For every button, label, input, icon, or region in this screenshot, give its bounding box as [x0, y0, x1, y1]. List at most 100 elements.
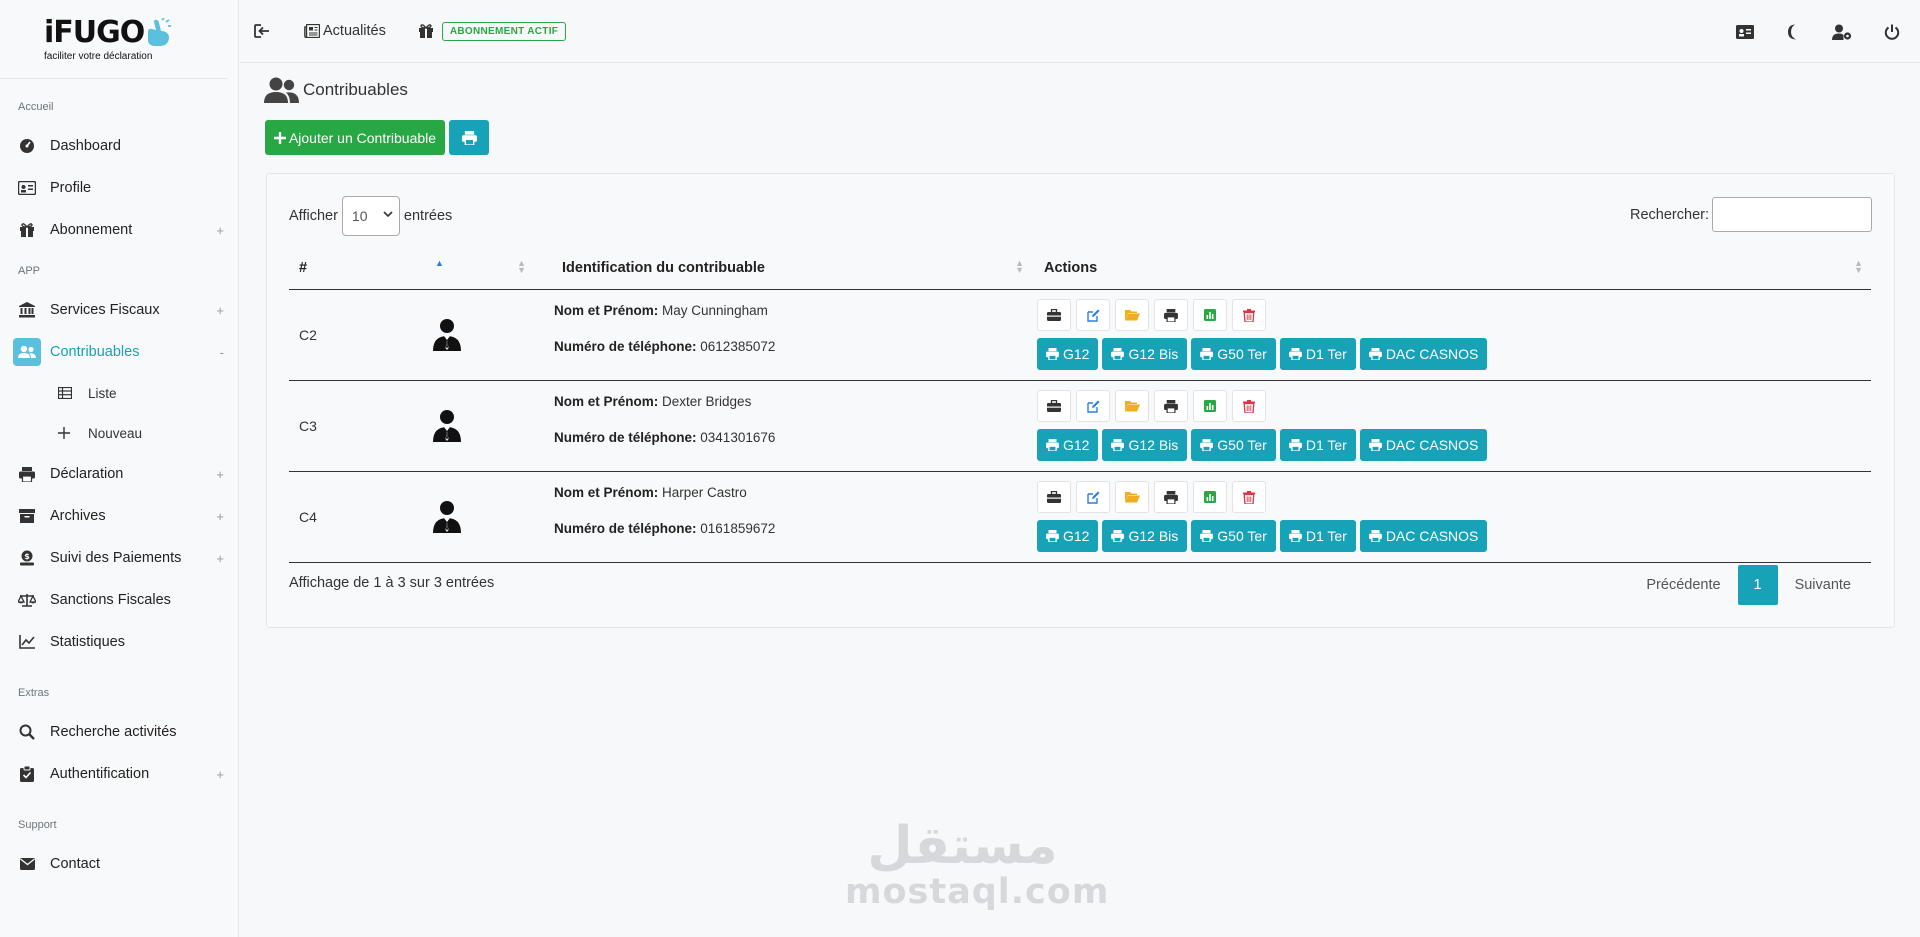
expand-icon: + — [216, 222, 224, 238]
print-form-button[interactable]: G12 Bis — [1102, 429, 1188, 461]
pagination-previous[interactable]: Précédente — [1629, 565, 1737, 605]
sidebar-item-archives[interactable]: Archives + — [0, 495, 238, 537]
column-header-avatar[interactable]: ▲ ▲ ▼ — [365, 247, 550, 290]
stats-button[interactable] — [1193, 481, 1227, 513]
chart-icon — [1204, 491, 1216, 503]
print-list-button[interactable] — [449, 120, 489, 155]
sidebar-subitem-nouveau[interactable]: Nouveau — [0, 413, 238, 453]
print-form-button[interactable]: D1 Ter — [1279, 338, 1356, 370]
delete-button[interactable] — [1232, 390, 1266, 422]
print-form-button[interactable]: G12 Bis — [1102, 520, 1188, 552]
column-header-label: Actions — [1044, 259, 1098, 276]
print-icon — [1368, 439, 1382, 451]
dark-mode-moon-icon[interactable] — [1786, 24, 1800, 40]
delete-button[interactable] — [1232, 481, 1266, 513]
print-button[interactable] — [1154, 390, 1188, 422]
sidebar-toggle-icon[interactable] — [254, 24, 270, 38]
print-form-label: G12 — [1063, 437, 1090, 453]
pagination-page-1[interactable]: 1 — [1737, 565, 1778, 605]
delete-button[interactable] — [1232, 299, 1266, 331]
sidebar-item-services-fiscaux[interactable]: Services Fiscaux + — [0, 289, 238, 331]
section-support: Support — [18, 819, 57, 831]
add-contribuable-button[interactable]: Ajouter un Contribuable — [265, 120, 445, 155]
contribuable-name: Harper Castro — [662, 485, 747, 500]
subscription-badge: ABONNEMENT ACTIF — [441, 21, 567, 41]
news-link[interactable]: Actualités — [304, 23, 386, 39]
power-logout-icon[interactable] — [1884, 24, 1900, 40]
expand-icon: + — [216, 466, 224, 482]
sidebar-item-contact[interactable]: Contact — [0, 843, 238, 885]
briefcase-button[interactable] — [1037, 481, 1071, 513]
name-line: Nom et Prénom: May Cunningham — [554, 303, 1032, 318]
pagination-next[interactable]: Suivante — [1778, 565, 1868, 605]
sidebar-item-paiements[interactable]: $ Suivi des Paiements + — [0, 537, 238, 579]
stats-button[interactable] — [1193, 390, 1227, 422]
actions-cell: G12 G12 Bis G50 Ter D1 Ter DAC CASNOS — [1032, 289, 1871, 381]
print-icon — [1111, 530, 1125, 542]
sidebar-item-statistiques[interactable]: Statistiques — [0, 621, 238, 663]
folder-button[interactable] — [1115, 390, 1149, 422]
search-input[interactable] — [1712, 197, 1872, 232]
sidebar-item-declaration[interactable]: Déclaration + — [0, 453, 238, 495]
name-label: Nom et Prénom: — [554, 303, 659, 318]
table-row: C4 Nom et Prénom: Harper Castro Numéro de … — [289, 471, 1871, 563]
print-form-button[interactable]: DAC CASNOS — [1359, 338, 1488, 370]
folder-button[interactable] — [1115, 299, 1149, 331]
money-hand-icon: $ — [18, 549, 36, 567]
sidebar-item-profile[interactable]: Profile — [0, 167, 238, 209]
row-icon-actions — [1037, 390, 1871, 422]
print-form-button[interactable]: G12 — [1037, 429, 1099, 461]
column-header-actions[interactable]: Actions ▲ ▼ — [1032, 247, 1871, 290]
print-icon — [1111, 439, 1125, 451]
clipboard-check-icon — [18, 765, 36, 783]
print-form-button[interactable]: G12 — [1037, 338, 1099, 370]
print-button[interactable] — [1154, 481, 1188, 513]
stats-button[interactable] — [1193, 299, 1227, 331]
user-settings-icon[interactable] — [1832, 24, 1852, 40]
folder-button[interactable] — [1115, 481, 1149, 513]
print-form-button[interactable]: DAC CASNOS — [1359, 520, 1488, 552]
sidebar-item-authentification[interactable]: Authentification + — [0, 753, 238, 795]
print-form-button[interactable]: G12 — [1037, 520, 1099, 552]
column-header-identification[interactable]: Identification du contribuable ▲ ▼ — [550, 247, 1032, 290]
expand-icon: + — [216, 766, 224, 782]
table-list-icon — [58, 387, 74, 399]
table-header-row: # ▲ ▲ ▼ Identification du contribuable ▲ ▼… — [289, 247, 1871, 290]
print-form-button[interactable]: DAC CASNOS — [1359, 429, 1488, 461]
print-icon — [1046, 348, 1059, 360]
edit-button[interactable] — [1076, 299, 1110, 331]
print-button[interactable] — [1154, 299, 1188, 331]
sidebar-item-recherche[interactable]: Recherche activités — [0, 711, 238, 753]
briefcase-button[interactable] — [1037, 390, 1071, 422]
brand-logo[interactable]: iFUGO faciliter votre déclaration — [0, 0, 228, 79]
sidebar-item-abonnement[interactable]: Abonnement + — [0, 209, 238, 251]
briefcase-button[interactable] — [1037, 299, 1071, 331]
subscription-status[interactable]: ABONNEMENT ACTIF — [418, 21, 567, 41]
print-icon — [18, 465, 36, 483]
print-form-button[interactable]: G50 Ter — [1191, 338, 1276, 370]
briefcase-icon — [1047, 491, 1061, 503]
print-form-button[interactable]: D1 Ter — [1279, 520, 1356, 552]
print-form-button[interactable]: D1 Ter — [1279, 429, 1356, 461]
table-body: C2 Nom et Prénom: May Cunningham Numéro de… — [289, 289, 1871, 563]
sidebar-item-dashboard[interactable]: Dashboard — [0, 125, 238, 167]
edit-button[interactable] — [1076, 390, 1110, 422]
sidebar-item-sanctions[interactable]: Sanctions Fiscales — [0, 579, 238, 621]
actions-cell: G12 G12 Bis G50 Ter D1 Ter DAC CASNOS — [1032, 471, 1871, 563]
print-form-button[interactable]: G50 Ter — [1191, 520, 1276, 552]
entries-length-select[interactable]: 10 — [341, 196, 400, 236]
sidebar-item-contribuables[interactable]: Contribuables - — [0, 331, 238, 373]
svg-text:$: $ — [24, 552, 30, 561]
print-form-label: DAC CASNOS — [1385, 346, 1479, 362]
edit-button[interactable] — [1076, 481, 1110, 513]
chevron-down-icon — [383, 211, 393, 218]
chart-icon — [1204, 400, 1216, 412]
print-form-button[interactable]: G12 Bis — [1102, 338, 1188, 370]
print-form-label: G12 Bis — [1128, 346, 1179, 362]
id-badge-icon[interactable] — [1736, 24, 1754, 39]
column-header-number[interactable]: # — [289, 247, 365, 290]
print-form-button[interactable]: G50 Ter — [1191, 429, 1276, 461]
table-row: C2 Nom et Prénom: May Cunningham Numéro de… — [289, 289, 1871, 381]
print-icon — [1046, 530, 1059, 542]
sidebar-subitem-liste[interactable]: Liste — [0, 373, 238, 413]
